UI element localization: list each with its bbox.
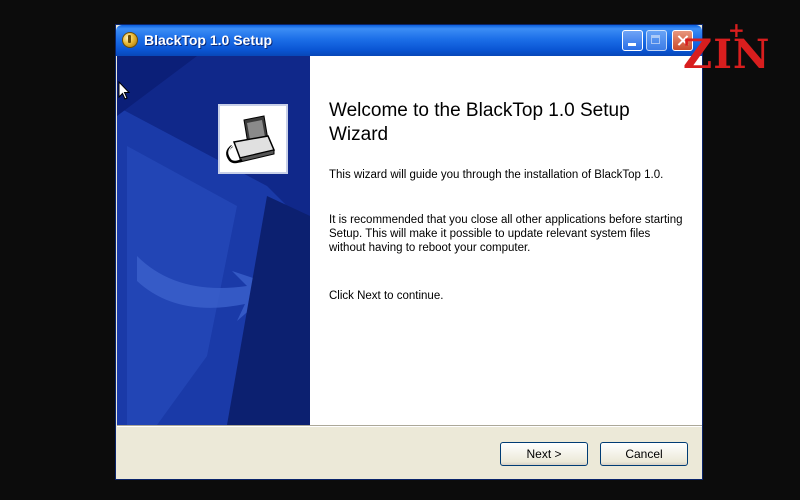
installer-disc-icon <box>122 32 138 48</box>
cancel-button[interactable]: Cancel <box>600 442 688 466</box>
intro-text: This wizard will guide you through the i… <box>329 169 664 181</box>
button-area-divider <box>117 425 702 427</box>
title-bar[interactable]: BlackTop 1.0 Setup <box>116 25 702 56</box>
installer-logo <box>218 104 288 174</box>
setup-window: BlackTop 1.0 Setup Welcome to the BlackT… <box>115 24 703 480</box>
next-button[interactable]: Next > <box>500 442 588 466</box>
window-title: BlackTop 1.0 Setup <box>144 32 273 48</box>
wizard-side-banner <box>117 56 310 425</box>
welcome-heading: Welcome to the BlackTop 1.0 Setup Wizard <box>329 100 630 145</box>
zin-watermark-logo: + ZIN <box>683 18 795 80</box>
minimize-button[interactable] <box>622 30 643 51</box>
continue-instruction-text: Click Next to continue. <box>329 290 444 302</box>
maximize-button <box>646 30 667 51</box>
wizard-content: Welcome to the BlackTop 1.0 Setup Wizard… <box>310 56 702 425</box>
mouse-cursor-icon <box>118 81 130 100</box>
computer-install-icon <box>226 115 276 164</box>
watermark-text: ZIN <box>683 31 771 78</box>
recommendation-text: It is recommended that you close all oth… <box>329 214 683 254</box>
